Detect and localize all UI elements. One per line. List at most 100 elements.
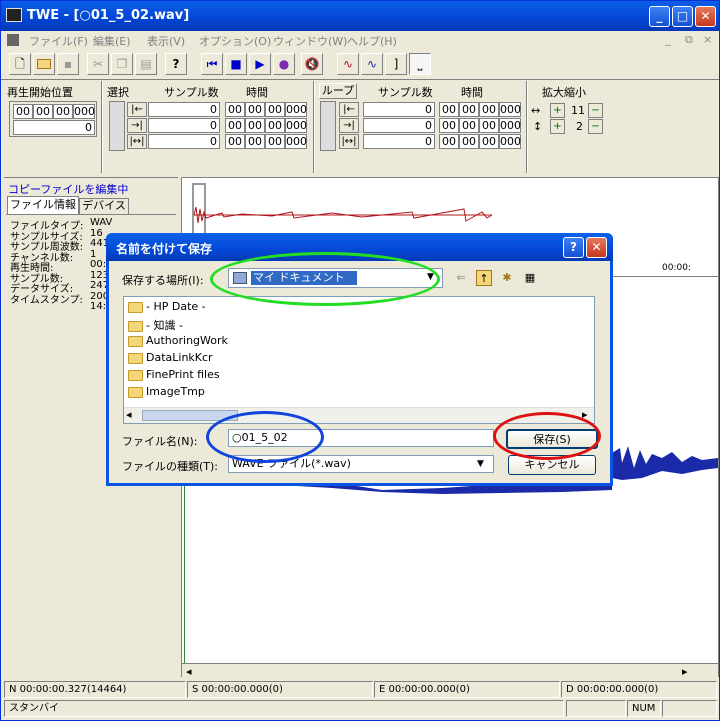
wave-red-icon[interactable]: ∿ xyxy=(337,53,359,75)
file-name: - 知識 - xyxy=(146,319,183,332)
file-list-item[interactable]: AuthoringWork xyxy=(128,334,228,350)
loop-range-icon[interactable]: |↔| xyxy=(339,134,359,149)
ruler-icon[interactable]: ⎵ xyxy=(409,53,431,75)
loop-end-samples[interactable]: 0 xyxy=(363,118,435,133)
loop-time: 00 xyxy=(479,134,499,149)
file-name: FinePrint files xyxy=(146,368,220,381)
file-name: DataLinkKcr xyxy=(146,351,213,364)
play-start-ms: 000 xyxy=(73,104,95,119)
mute-icon[interactable]: 🔇 xyxy=(301,53,323,75)
sel-time: 00 xyxy=(225,134,245,149)
file-list-item[interactable]: DataLinkKcr xyxy=(128,351,213,367)
loop-lock-icon[interactable] xyxy=(320,101,336,151)
file-list-item[interactable]: - 知識 - xyxy=(128,317,183,333)
copy-editing-label: コピーファイルを編集中 xyxy=(8,183,129,196)
zoom-in-h-icon[interactable]: + xyxy=(550,103,565,118)
list-scroll-left-icon[interactable]: ◂ xyxy=(126,408,132,421)
sel-time: 00 xyxy=(225,118,245,133)
new-file-icon[interactable]: 🗋 xyxy=(9,53,31,75)
new-folder-icon[interactable]: ✱ xyxy=(499,270,515,286)
zoom-out-h-icon[interactable]: − xyxy=(588,103,603,118)
info-value: 1 xyxy=(90,248,97,260)
sel-time: 00 xyxy=(265,118,285,133)
filename-label: ファイル名(N): xyxy=(122,435,198,448)
loop-length-samples[interactable]: 0 xyxy=(363,134,435,149)
file-list[interactable]: - HP Date - - 知識 - AuthoringWork DataLinkKc… xyxy=(123,296,595,424)
selection-lock-icon[interactable] xyxy=(109,101,125,151)
select-range-icon[interactable]: |↔| xyxy=(127,134,147,149)
child-restore-icon[interactable]: ⧉ xyxy=(685,33,693,47)
menu-window[interactable]: ウィンドウ(W) xyxy=(273,33,347,49)
loop-time: 000 xyxy=(499,134,521,149)
loop-start-samples[interactable]: 0 xyxy=(363,102,435,117)
dialog-close-button[interactable]: ✕ xyxy=(586,237,607,258)
file-name: AuthoringWork xyxy=(146,334,228,347)
loop-start-icon[interactable]: |← xyxy=(339,102,359,117)
play-start-mm: 00 xyxy=(33,104,53,119)
loop-time: 00 xyxy=(479,102,499,117)
loop-end-icon[interactable]: →| xyxy=(339,118,359,133)
back-arrow-icon[interactable]: ⇐ xyxy=(453,270,469,286)
rewind-icon[interactable]: ⏮ xyxy=(201,53,223,75)
play-start-hh: 00 xyxy=(13,104,33,119)
tab-device[interactable]: デバイス xyxy=(79,198,129,214)
wave-blue-icon[interactable]: ∿ xyxy=(361,53,383,75)
play-start-samples: 0 xyxy=(13,120,95,135)
menu-bar: ファイル(F) 編集(E) 表示(V) オプション(O) ウィンドウ(W) ヘル… xyxy=(1,31,719,49)
blue-highlight-ring xyxy=(206,411,324,463)
play-start-ss: 00 xyxy=(53,104,73,119)
title-bar: TWE - [○01_5_02.wav] _ □ ✕ xyxy=(1,1,719,31)
select-start-icon[interactable]: |← xyxy=(127,102,147,117)
tab-file-info[interactable]: ファイル情報 xyxy=(7,196,79,214)
up-folder-icon[interactable]: ↑ xyxy=(476,270,492,286)
menu-edit[interactable]: 編集(E) xyxy=(93,33,131,49)
minimize-button[interactable]: _ xyxy=(649,6,670,27)
folder-icon xyxy=(128,301,143,313)
selection-start-samples[interactable]: 0 xyxy=(148,102,220,117)
child-minimize-icon[interactable]: _ xyxy=(665,33,671,46)
loop-button[interactable]: ループ xyxy=(319,83,357,99)
view-menu-icon[interactable]: ▦ xyxy=(522,270,538,286)
selection-end-samples[interactable]: 0 xyxy=(148,118,220,133)
menu-view[interactable]: 表示(V) xyxy=(147,33,185,49)
selection-samples-label: サンプル数 xyxy=(164,86,219,99)
select-end-icon[interactable]: →| xyxy=(127,118,147,133)
open-folder-icon[interactable] xyxy=(33,53,55,75)
bracket-icon[interactable]: ] xyxy=(385,53,407,75)
stop-icon[interactable]: ■ xyxy=(225,53,247,75)
file-list-item[interactable]: - HP Date - xyxy=(128,300,206,316)
menu-options[interactable]: オプション(O) xyxy=(199,33,271,49)
info-value: WAV xyxy=(90,217,113,228)
help-icon[interactable]: ? xyxy=(165,53,187,75)
dialog-help-button[interactable]: ? xyxy=(563,237,584,258)
play-icon[interactable]: ▶ xyxy=(249,53,271,75)
menu-file[interactable]: ファイル(F) xyxy=(29,33,88,49)
status-num: NUM xyxy=(627,700,661,717)
dialog-title: 名前を付けて保存 xyxy=(116,242,213,256)
file-list-item[interactable]: FinePrint files xyxy=(128,368,220,384)
horizontal-scrollbar[interactable]: ◂ ▸ xyxy=(182,663,718,679)
file-list-item[interactable]: ImageTmp xyxy=(128,385,205,401)
zoom-in-v-icon[interactable]: + xyxy=(550,119,565,134)
window-title: TWE - [○01_5_02.wav] xyxy=(27,8,190,23)
selection-length-samples[interactable]: 0 xyxy=(148,134,220,149)
paste-icon[interactable]: ▤ xyxy=(135,53,157,75)
sel-time: 00 xyxy=(245,118,265,133)
record-icon[interactable]: ● xyxy=(273,53,295,75)
zoom-v-value: 2 xyxy=(576,120,583,133)
maximize-button[interactable]: □ xyxy=(672,6,693,27)
scroll-right-icon[interactable]: ▸ xyxy=(682,665,688,678)
save-icon[interactable]: ▪ xyxy=(57,53,79,75)
copy-icon[interactable]: ❐ xyxy=(111,53,133,75)
zoom-out-v-icon[interactable]: − xyxy=(588,119,603,134)
child-close-icon[interactable]: × xyxy=(703,33,712,46)
scroll-left-icon[interactable]: ◂ xyxy=(186,665,192,678)
menu-help[interactable]: ヘルプ(H) xyxy=(347,33,397,49)
file-name: - HP Date - xyxy=(146,300,206,313)
cut-icon[interactable]: ✂ xyxy=(87,53,109,75)
sel-time: 000 xyxy=(285,118,307,133)
sel-time: 000 xyxy=(285,134,307,149)
folder-icon xyxy=(128,369,143,381)
selection-label: 選択 xyxy=(107,86,129,99)
close-button[interactable]: ✕ xyxy=(695,6,716,27)
